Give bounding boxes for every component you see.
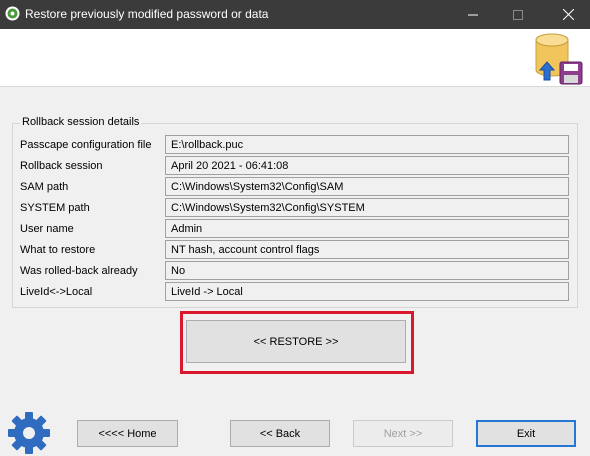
home-button[interactable]: <<<< Home <box>77 420 178 447</box>
maximize-button[interactable] <box>496 0 540 29</box>
group-title: Rollback session details <box>20 116 142 128</box>
maximize-icon <box>513 9 523 20</box>
system-path-label: SYSTEM path <box>20 202 90 214</box>
restore-button[interactable]: << RESTORE >> <box>186 320 406 363</box>
sam-path-value: C:\Windows\System32\Config\SAM <box>165 177 569 196</box>
minimize-icon <box>468 14 478 15</box>
user-name-value: Admin <box>165 219 569 238</box>
rollback-session-value: April 20 2021 - 06:41:08 <box>165 156 569 175</box>
what-to-restore-label: What to restore <box>20 244 96 256</box>
config-file-label: Passcape configuration file <box>20 139 152 151</box>
minimize-button[interactable] <box>451 0 495 29</box>
gear-icon[interactable] <box>6 410 52 456</box>
database-restore-icon <box>535 33 583 85</box>
title-bar: Restore previously modified password or … <box>0 0 590 29</box>
rollback-session-label: Rollback session <box>20 160 103 172</box>
exit-button[interactable]: Exit <box>476 420 576 447</box>
sam-path-label: SAM path <box>20 181 69 193</box>
header-banner <box>0 29 590 87</box>
close-icon <box>562 9 574 20</box>
app-icon <box>5 6 20 21</box>
window-title: Restore previously modified password or … <box>25 7 269 21</box>
was-rolled-back-value: No <box>165 261 569 280</box>
liveid-local-label: LiveId<->Local <box>20 286 93 298</box>
system-path-value: C:\Windows\System32\Config\SYSTEM <box>165 198 569 217</box>
what-to-restore-value: NT hash, account control flags <box>165 240 569 259</box>
next-button[interactable]: Next >> <box>353 420 453 447</box>
liveid-local-value: LiveId -> Local <box>165 282 569 301</box>
config-file-value: E:\rollback.puc <box>165 135 569 154</box>
was-rolled-back-label: Was rolled-back already <box>20 265 138 277</box>
back-button[interactable]: << Back <box>230 420 330 447</box>
close-button[interactable] <box>546 0 590 29</box>
user-name-label: User name <box>20 223 74 235</box>
